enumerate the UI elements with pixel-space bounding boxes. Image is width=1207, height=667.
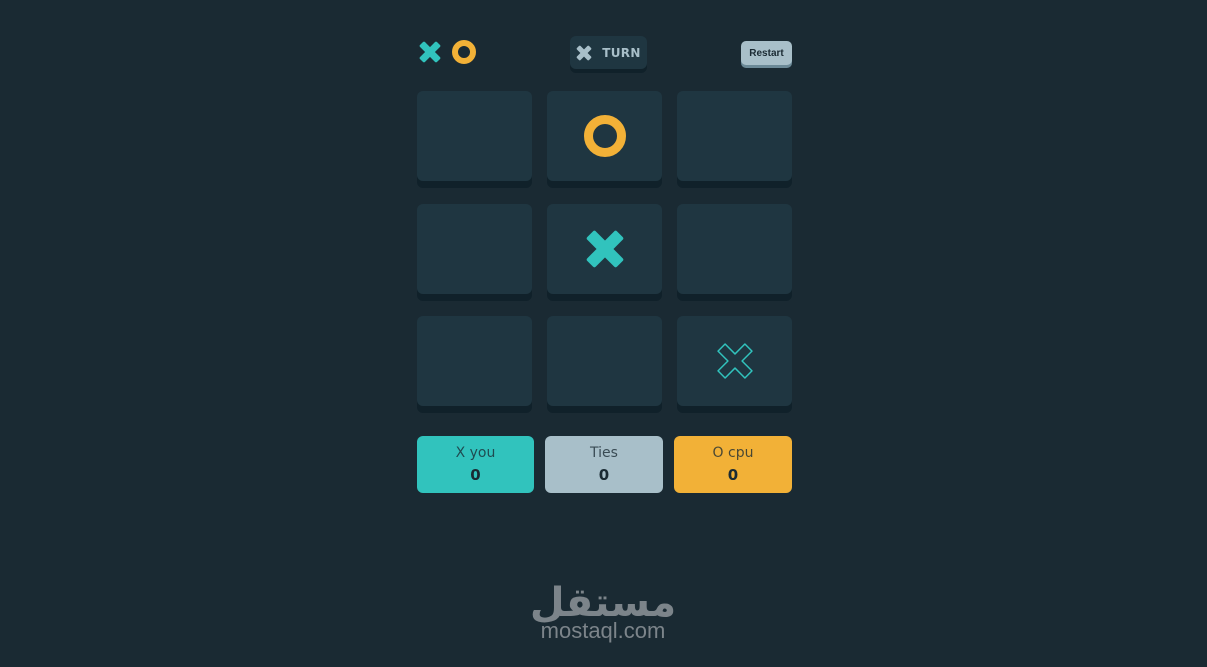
score-x-value: 0 xyxy=(470,466,481,484)
cell-r2-c1[interactable] xyxy=(417,204,532,294)
cell-r3-c1[interactable] xyxy=(417,316,532,406)
score-ties-value: 0 xyxy=(598,466,610,484)
x-mark-icon xyxy=(586,230,623,268)
cell-r1-c2[interactable] xyxy=(547,91,662,181)
logo xyxy=(419,40,477,64)
score-o-value: 0 xyxy=(727,466,739,484)
turn-label: TURN xyxy=(602,45,641,60)
cell-r1-c3[interactable] xyxy=(677,91,792,181)
game-container: TURN Restart X you 0 Ties 0 O cpu 0 xyxy=(417,34,792,493)
top-bar: TURN Restart xyxy=(417,34,792,74)
o-mark-icon xyxy=(583,115,626,157)
score-o-label: O cpu xyxy=(712,445,754,461)
watermark-latin: mostaql.com xyxy=(540,618,666,643)
cell-r3-c2[interactable] xyxy=(547,316,662,406)
x-mark-icon xyxy=(576,45,592,60)
cell-r1-c1[interactable] xyxy=(417,91,532,181)
scoreboard: X you 0 Ties 0 O cpu 0 xyxy=(417,436,792,493)
score-x-label: X you xyxy=(455,445,496,461)
turn-indicator: TURN xyxy=(570,36,647,69)
restart-button[interactable]: Restart xyxy=(741,41,792,65)
score-x-you: X you 0 xyxy=(417,436,534,493)
cell-r2-c2[interactable] xyxy=(547,204,662,294)
cell-r3-c3[interactable] xyxy=(677,316,792,406)
x-mark-icon xyxy=(419,41,441,63)
cell-r2-c3[interactable] xyxy=(677,204,792,294)
score-o-cpu: O cpu 0 xyxy=(674,436,792,493)
o-mark-icon xyxy=(452,40,476,64)
watermark: مستقل mostaql.com xyxy=(520,580,686,642)
x-outline-hover-icon xyxy=(716,343,753,379)
score-ties-label: Ties xyxy=(590,445,618,461)
score-ties: Ties 0 xyxy=(545,436,663,493)
